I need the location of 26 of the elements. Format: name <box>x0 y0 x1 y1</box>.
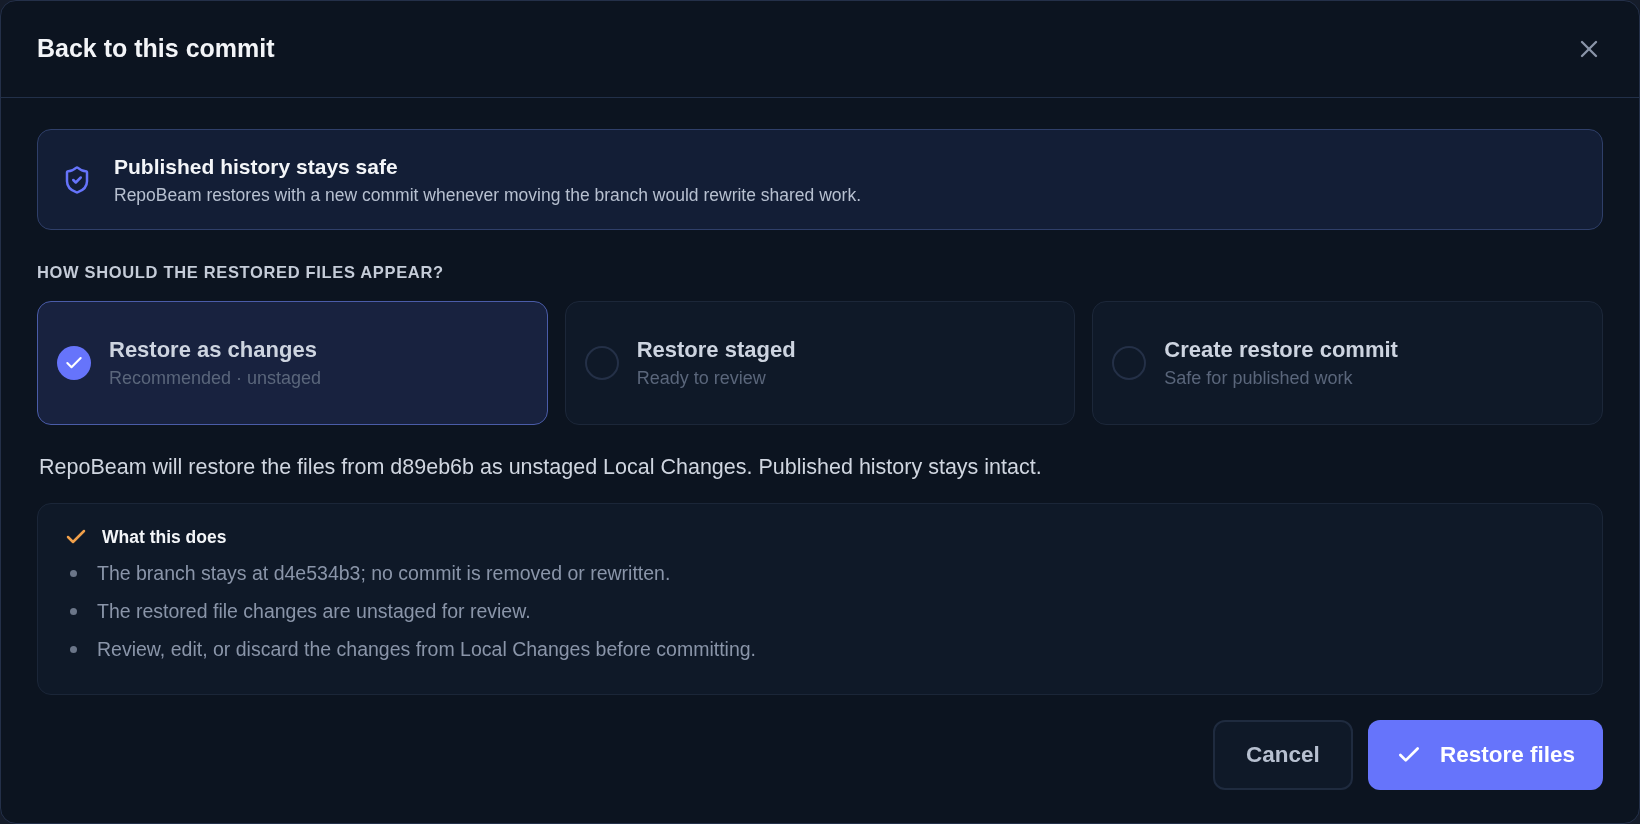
option-title: Restore staged <box>636 336 796 364</box>
details-item: The restored file changes are unstaged for review. <box>97 599 531 624</box>
option-title: Create restore commit <box>1164 336 1398 364</box>
dialog-title: Back to this commit <box>37 33 275 65</box>
notice-title: Published history stays safe <box>114 153 399 180</box>
details-title: What this does <box>102 526 227 549</box>
restore-files-button[interactable]: Restore files <box>1367 720 1603 790</box>
summary-text: RepoBeam will restore the files from d89eb6b as unstaged Local Changes. Published history stays intact. <box>39 454 1043 481</box>
details-item: The branch stays at d4e534b3; no commit is removed or rewritten. <box>97 561 671 586</box>
option-title: Restore as changes <box>109 336 318 364</box>
option-card[interactable]: Restore as changes Recommended · unstaged <box>37 301 548 425</box>
section-label: HOW SHOULD THE RESTORED FILES APPEAR? <box>37 262 445 283</box>
radio-icon <box>584 346 619 380</box>
option-subtitle: Recommended · unstaged <box>109 367 322 390</box>
radio-checked-icon <box>57 346 91 380</box>
option-subtitle: Safe for published work <box>1164 367 1354 390</box>
option-card[interactable]: Restore staged Ready to review <box>564 301 1076 425</box>
details-item: Review, edit, or discard the changes from Local Changes before committing. <box>97 637 756 662</box>
option-card[interactable]: Create restore commit Safe for published work <box>1092 301 1603 425</box>
option-subtitle: Ready to review <box>636 367 767 390</box>
notice-text: RepoBeam restores with a new commit whenever moving the branch would rewrite shared work. <box>114 183 861 207</box>
bullet-icon <box>70 569 77 577</box>
bullet-icon <box>70 645 77 653</box>
cancel-button[interactable]: Cancel <box>1212 720 1353 790</box>
bullet-icon <box>70 607 77 615</box>
radio-icon <box>1112 346 1147 380</box>
